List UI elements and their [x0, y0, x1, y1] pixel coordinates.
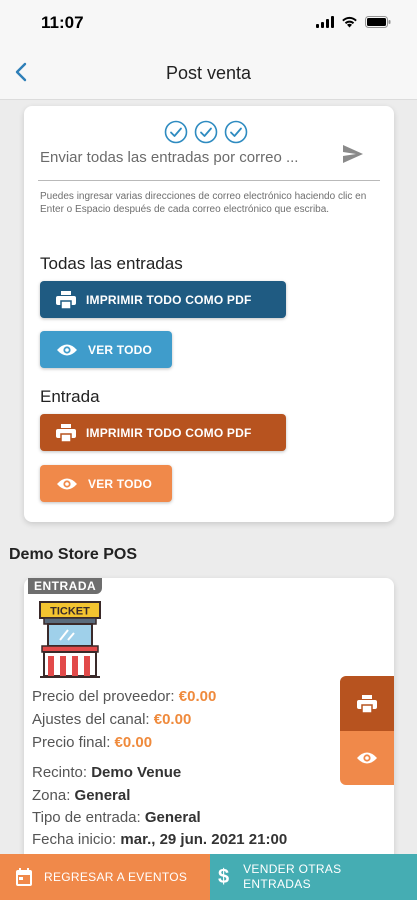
wifi-icon — [341, 15, 358, 33]
status-time: 11:07 — [41, 13, 84, 32]
ticket-print-button[interactable] — [340, 676, 394, 731]
provider-price-value: €0.00 — [178, 688, 217, 705]
page-title: Post venta — [165, 63, 252, 83]
progress-checks — [164, 120, 248, 144]
final-price-value: €0.00 — [114, 734, 153, 751]
provider-price-label: Precio del proveedor: — [32, 688, 175, 705]
status-bar: 11:07 — [0, 0, 417, 44]
battery-icon — [365, 15, 391, 33]
view-all-button[interactable]: VER TODO — [40, 331, 172, 368]
view-entry-button[interactable]: VER TODO — [40, 465, 172, 502]
printer-icon — [357, 694, 377, 713]
eye-icon — [57, 478, 77, 489]
provider-price-row: Precio del proveedor: €0.00 — [32, 688, 216, 705]
venue-label: Recinto: — [32, 764, 88, 781]
view-entry-label: VER TODO — [88, 476, 153, 491]
view-all-label: VER TODO — [88, 342, 153, 357]
send-button[interactable] — [342, 144, 364, 169]
venue-value: Demo Venue — [91, 764, 182, 781]
check-circle-icon — [164, 120, 188, 144]
print-all-pdf-button[interactable]: IMPRIMIR TODO COMO PDF — [40, 281, 286, 318]
printer-icon — [56, 423, 76, 442]
ticket-booth-icon: TICKET — [38, 600, 102, 685]
dollar-icon: $ — [218, 865, 230, 888]
all-tickets-title: Todas las entradas — [40, 254, 183, 273]
venue-row: Recinto: Demo Venue — [32, 764, 181, 781]
back-to-events-button[interactable]: REGRESAR A EVENTOS — [0, 854, 210, 900]
channel-adjust-label: Ajustes del canal: — [32, 711, 150, 728]
email-underline — [38, 180, 380, 181]
channel-adjust-value: €0.00 — [153, 711, 192, 728]
check-circle-icon — [194, 120, 218, 144]
sell-more-label-line1: VENDER OTRAS — [243, 862, 342, 876]
send-options-card: Puedes ingresar varias direcciones de co… — [24, 106, 394, 522]
print-all-pdf-label: IMPRIMIR TODO COMO PDF — [86, 292, 252, 307]
entrada-badge: ENTRADA — [28, 578, 103, 594]
sell-more-label: VENDER OTRAS ENTRADAS — [243, 862, 341, 892]
status-icons — [316, 15, 391, 33]
zone-value: General — [74, 787, 131, 804]
ticket-view-button[interactable] — [340, 731, 394, 785]
final-price-row: Precio final: €0.00 — [32, 734, 152, 751]
start-date-value: mar., 29 jun. 2021 21:00 — [120, 831, 288, 848]
check-circle-icon — [224, 120, 248, 144]
signal-icon — [316, 15, 334, 33]
start-date-label: Fecha inicio: — [32, 831, 117, 848]
final-price-label: Precio final: — [32, 734, 111, 751]
send-icon — [343, 145, 363, 163]
ticket-type-row: Tipo de entrada: General — [32, 809, 201, 826]
bottom-action-bar: REGRESAR A EVENTOS $ VENDER OTRAS ENTRAD… — [0, 854, 417, 900]
channel-adjust-row: Ajustes del canal: €0.00 — [32, 711, 191, 728]
zone-label: Zona: — [32, 787, 71, 804]
eye-icon — [57, 344, 77, 355]
zone-row: Zona: General — [32, 787, 130, 804]
ticket-type-value: General — [144, 809, 201, 826]
sell-more-tickets-button[interactable]: $ VENDER OTRAS ENTRADAS — [210, 854, 417, 900]
print-entry-pdf-label: IMPRIMIR TODO COMO PDF — [86, 425, 252, 440]
store-name: Demo Store POS — [9, 546, 138, 563]
email-hint: Puedes ingresar varias direcciones de co… — [40, 191, 367, 215]
ticket-booth-sign: TICKET — [50, 606, 90, 618]
back-to-events-label: REGRESAR A EVENTOS — [44, 869, 188, 884]
ticket-type-label: Tipo de entrada: — [32, 809, 141, 826]
entry-title: Entrada — [40, 387, 100, 406]
content-scroll[interactable]: Puedes ingresar varias direcciones de co… — [0, 100, 417, 854]
nav-bar: Post venta — [0, 44, 417, 100]
print-entry-pdf-button[interactable]: IMPRIMIR TODO COMO PDF — [40, 414, 286, 451]
printer-icon — [56, 290, 76, 309]
email-input[interactable] — [40, 142, 330, 172]
sell-more-label-line2: ENTRADAS — [243, 877, 311, 891]
start-date-row: Fecha inicio: mar., 29 jun. 2021 21:00 — [32, 831, 287, 848]
calendar-icon — [16, 868, 32, 886]
eye-icon — [357, 752, 377, 764]
